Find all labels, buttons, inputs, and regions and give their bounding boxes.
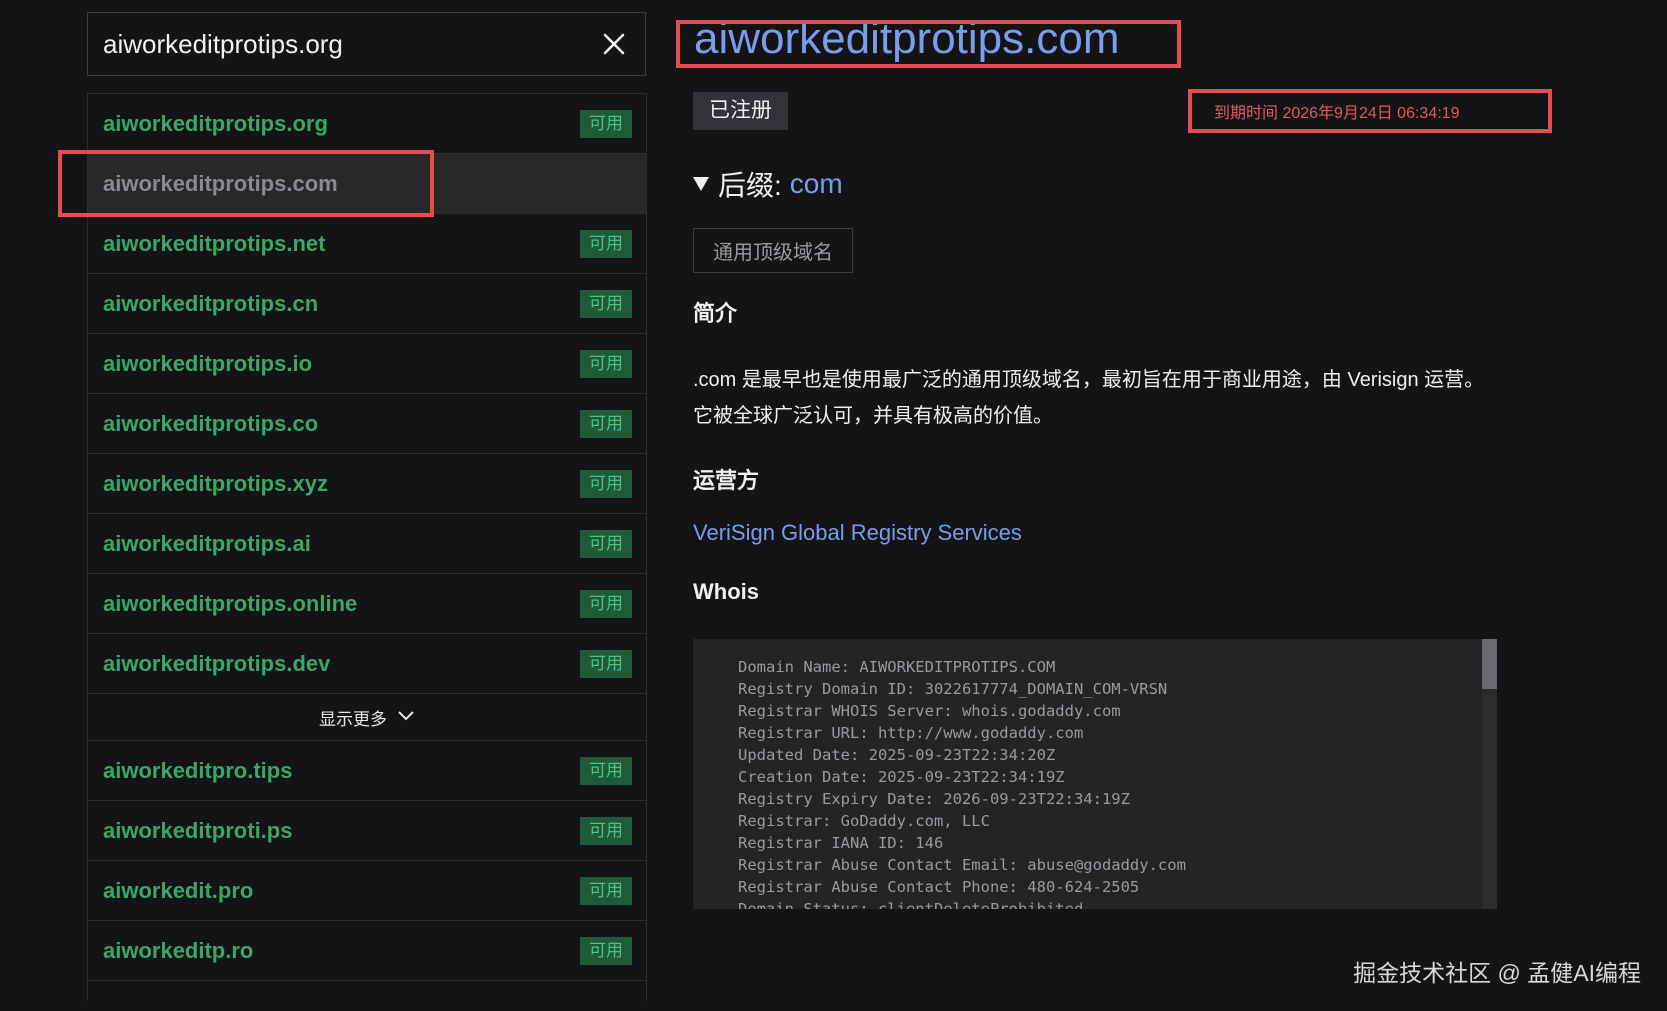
whois-heading: Whois — [693, 579, 759, 604]
domain-row[interactable]: aiworkeditprotips.ai 可用 — [88, 514, 646, 574]
domain-name: aiworkeditprotips.online — [103, 590, 358, 616]
availability-badge: 可用 — [580, 469, 632, 498]
status-badge: 已注册 — [693, 92, 788, 130]
close-icon[interactable] — [597, 27, 631, 61]
domain-row[interactable]: aiworkeditprotips.cn 可用 — [88, 274, 646, 334]
category-tag: 通用顶级域名 — [693, 228, 853, 273]
whois-box: Domain Name: AIWORKEDITPROTIPS.COM Regis… — [693, 639, 1497, 909]
domain-row[interactable]: aiworkeditprotips.co 可用 — [88, 394, 646, 454]
availability-badge: 可用 — [580, 289, 632, 318]
whois-line: Registrar WHOIS Server: whois.godaddy.co… — [738, 702, 1121, 720]
domain-row[interactable]: aiworkeditpro.tips 可用 — [88, 741, 646, 801]
domain-row[interactable]: aiworkeditprotips.dev 可用 — [88, 634, 646, 694]
availability-badge: 可用 — [580, 109, 632, 138]
domain-name: aiworkeditprotips.io — [103, 350, 313, 376]
domain-name: aiworkeditpro.tips — [103, 757, 293, 783]
domain-row[interactable]: aiworkeditprotips.net 可用 — [88, 214, 646, 274]
availability-badge: 可用 — [580, 589, 632, 618]
domain-title: aiworkeditprotips.com — [694, 14, 1120, 63]
availability-badge: 可用 — [580, 409, 632, 438]
domain-row[interactable]: aiworkeditprotips.online 可用 — [88, 574, 646, 634]
list-item-partial — [88, 981, 646, 1001]
suffix-label: 后缀: — [718, 170, 782, 201]
whois-text: Domain Name: AIWORKEDITPROTIPS.COM Regis… — [693, 639, 1497, 909]
domain-name: aiworkeditproti.ps — [103, 817, 293, 843]
intro-text: .com 是最早也是使用最广泛的通用顶级域名，最初旨在用于商业用途，由 Veri… — [693, 369, 1485, 427]
availability-badge: 可用 — [580, 649, 632, 678]
whois-line: Domain Name: AIWORKEDITPROTIPS.COM — [738, 658, 1056, 676]
domain-name: aiworkeditprotips.org — [103, 110, 328, 136]
domain-list: aiworkeditprotips.org 可用 aiworkeditprotips… — [87, 93, 647, 1001]
domain-name: aiworkeditprotips.xyz — [103, 470, 328, 496]
search-input[interactable] — [103, 28, 597, 60]
availability-badge: 可用 — [580, 936, 632, 965]
whois-line: Registry Domain ID: 3022617774_DOMAIN_CO… — [738, 680, 1168, 698]
watermark: 掘金技术社区 @ 孟健AI编程 — [1353, 960, 1641, 986]
expiry-date: 到期时间 2026年9月24日 06:34:19 — [1214, 105, 1460, 122]
search-box — [87, 12, 646, 76]
domain-name: aiworkeditprotips.ai — [103, 530, 311, 556]
availability-badge: 可用 — [580, 876, 632, 905]
availability-badge: 可用 — [580, 529, 632, 558]
domain-name: aiworkeditprotips.co — [103, 410, 319, 436]
domain-row[interactable]: aiworkeditp.ro 可用 — [88, 921, 646, 981]
domain-name: aiworkeditprotips.dev — [103, 650, 331, 676]
whois-scrollbar[interactable] — [1482, 639, 1497, 909]
operator-link[interactable]: VeriSign Global Registry Services — [693, 520, 1022, 546]
whois-scroll-thumb[interactable] — [1482, 639, 1497, 689]
whois-line: Registrar: GoDaddy.com, LLC — [738, 812, 990, 830]
domain-name: aiworkeditp.ro — [103, 937, 254, 963]
suffix-value: com — [789, 168, 843, 199]
show-more-label: 显示更多 — [319, 709, 387, 729]
show-more-button[interactable]: 显示更多 — [88, 694, 646, 741]
domain-name: aiworkedit.pro — [103, 877, 254, 903]
domain-row[interactable]: aiworkeditprotips.io 可用 — [88, 334, 646, 394]
whois-line: Registrar Abuse Contact Email: abuse@god… — [738, 856, 1186, 874]
domain-name: aiworkeditprotips.net — [103, 230, 326, 256]
whois-line: Registrar URL: http://www.godaddy.com — [738, 724, 1084, 742]
domain-row[interactable]: aiworkeditproti.ps 可用 — [88, 801, 646, 861]
whois-line: Domain Status: clientDeleteProhibited — [738, 900, 1084, 909]
whois-line: Registrar IANA ID: 146 — [738, 834, 944, 852]
intro-heading: 简介 — [693, 301, 738, 326]
availability-badge: 可用 — [580, 229, 632, 258]
operator-heading: 运营方 — [693, 468, 760, 493]
whois-line: Updated Date: 2025-09-23T22:34:20Z — [738, 746, 1056, 764]
whois-line: Creation Date: 2025-09-23T22:34:19Z — [738, 768, 1065, 786]
domain-row[interactable]: aiworkedit.pro 可用 — [88, 861, 646, 921]
domain-name: aiworkeditprotips.com — [103, 170, 338, 196]
domain-name: aiworkeditprotips.cn — [103, 290, 319, 316]
domain-row[interactable]: aiworkeditprotips.org 可用 — [88, 94, 646, 154]
availability-badge: 可用 — [580, 816, 632, 845]
domain-row[interactable]: aiworkeditprotips.com — [88, 154, 646, 214]
availability-badge: 可用 — [580, 756, 632, 785]
whois-line: Registrar Abuse Contact Phone: 480-624-2… — [738, 878, 1140, 896]
whois-line: Registry Expiry Date: 2026-09-23T22:34:1… — [738, 790, 1130, 808]
availability-badge: 可用 — [580, 349, 632, 378]
chevron-down-icon — [397, 707, 415, 727]
triangle-down-icon — [693, 177, 709, 191]
domain-row[interactable]: aiworkeditprotips.xyz 可用 — [88, 454, 646, 514]
suffix-toggle[interactable]: 后缀: com — [693, 164, 843, 204]
